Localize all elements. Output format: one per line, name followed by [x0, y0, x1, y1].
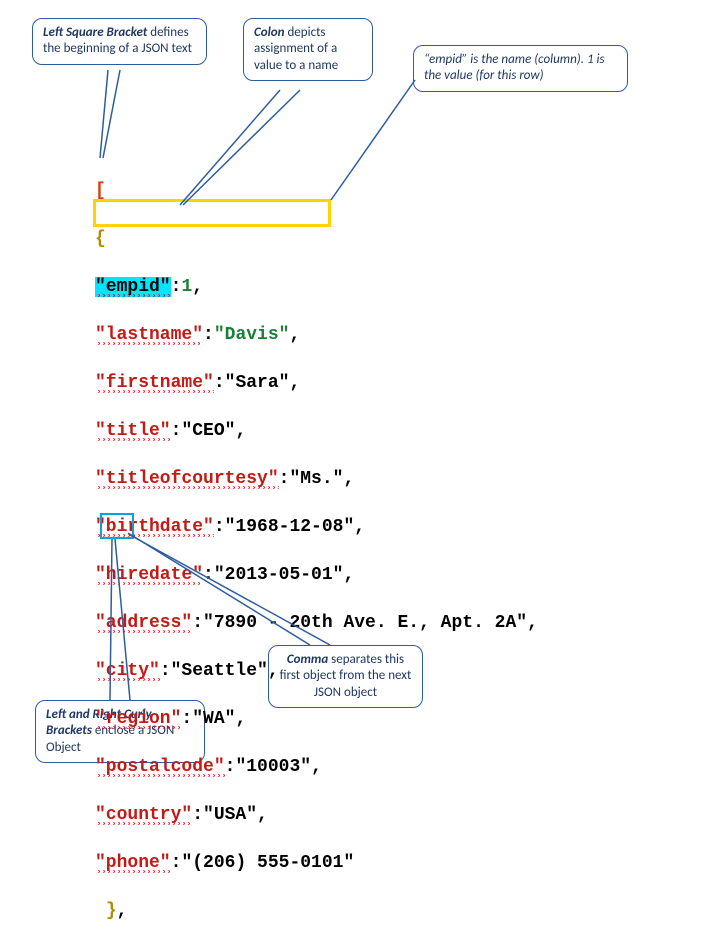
line-city: "city":"Seattle",: [95, 659, 538, 683]
line-close: },: [95, 899, 538, 923]
value-region: "WA": [192, 709, 235, 729]
line-empid: "empid":1,: [95, 275, 538, 299]
line-titleofcourtesy: "titleofcourtesy":"Ms.",: [95, 467, 538, 491]
colon-empid: :: [171, 277, 182, 297]
callout-colon: Colon depicts assignment of a value to a…: [243, 18, 373, 81]
line-region: "region":"WA",: [95, 707, 538, 731]
line-open-bracket: [: [95, 179, 538, 203]
callout-left-bracket-bold: Left Square Bracket: [43, 25, 147, 40]
key-postalcode: "postalcode": [95, 757, 225, 777]
line-hiredate: "hiredate":"2013-05-01",: [95, 563, 538, 587]
line-firstname: "firstname":"Sara",: [95, 371, 538, 395]
key-empid: "empid": [95, 277, 171, 297]
callout-colon-bold: Colon: [254, 25, 285, 40]
key-phone: "phone": [95, 853, 171, 873]
value-city: "Seattle": [171, 661, 268, 681]
callout-left-bracket: Left Square Bracket defines the beginnin…: [32, 18, 207, 65]
value-title: "CEO": [181, 421, 235, 441]
line-lastname: "lastname":"Davis",: [95, 323, 538, 347]
callout-empid-note-text: “empid” is the name (column). 1 is the v…: [424, 52, 605, 83]
value-hiredate: "2013-05-01": [214, 565, 344, 585]
line-address: "address":"7890 - 20th Ave. E., Apt. 2A"…: [95, 611, 538, 635]
value-lastname: "Davis": [214, 325, 290, 345]
object-separator-comma: ,: [117, 901, 128, 921]
key-firstname: "firstname": [95, 373, 214, 393]
line-birthdate: "birthdate":"1968-12-08",: [95, 515, 538, 539]
value-empid: 1: [181, 277, 192, 297]
line-open-brace: {: [95, 227, 538, 251]
open-square-bracket: [: [95, 181, 106, 201]
key-address: "address": [95, 613, 192, 633]
value-address: "7890 - 20th Ave. E., Apt. 2A": [203, 613, 527, 633]
key-hiredate: "hiredate": [95, 565, 203, 585]
value-firstname: "Sara": [225, 373, 290, 393]
key-birthdate: "birthdate": [95, 517, 214, 537]
value-postalcode: "10003": [235, 757, 311, 777]
open-curly-brace: {: [95, 229, 106, 249]
key-city: "city": [95, 661, 160, 681]
key-region: "region": [95, 709, 181, 729]
close-curly-brace: }: [106, 901, 117, 921]
key-lastname: "lastname": [95, 325, 203, 345]
key-titleofcourtesy: "titleofcourtesy": [95, 469, 279, 489]
callout-empid-note: “empid” is the name (column). 1 is the v…: [413, 45, 628, 92]
line-phone: "phone":"(206) 555-0101": [95, 851, 538, 875]
value-titleofcourtesy: "Ms.": [289, 469, 343, 489]
line-country: "country":"USA",: [95, 803, 538, 827]
key-title: "title": [95, 421, 171, 441]
line-postalcode: "postalcode":"10003",: [95, 755, 538, 779]
line-title: "title":"CEO",: [95, 419, 538, 443]
value-birthdate: "1968-12-08": [225, 517, 355, 537]
value-phone: "(206) 555-0101": [181, 853, 354, 873]
value-country: "USA": [203, 805, 257, 825]
comma-empid: ,: [192, 277, 203, 297]
json-code-block: [ { "empid":1, "lastname":"Davis", "firs…: [95, 155, 538, 947]
key-country: "country": [95, 805, 192, 825]
